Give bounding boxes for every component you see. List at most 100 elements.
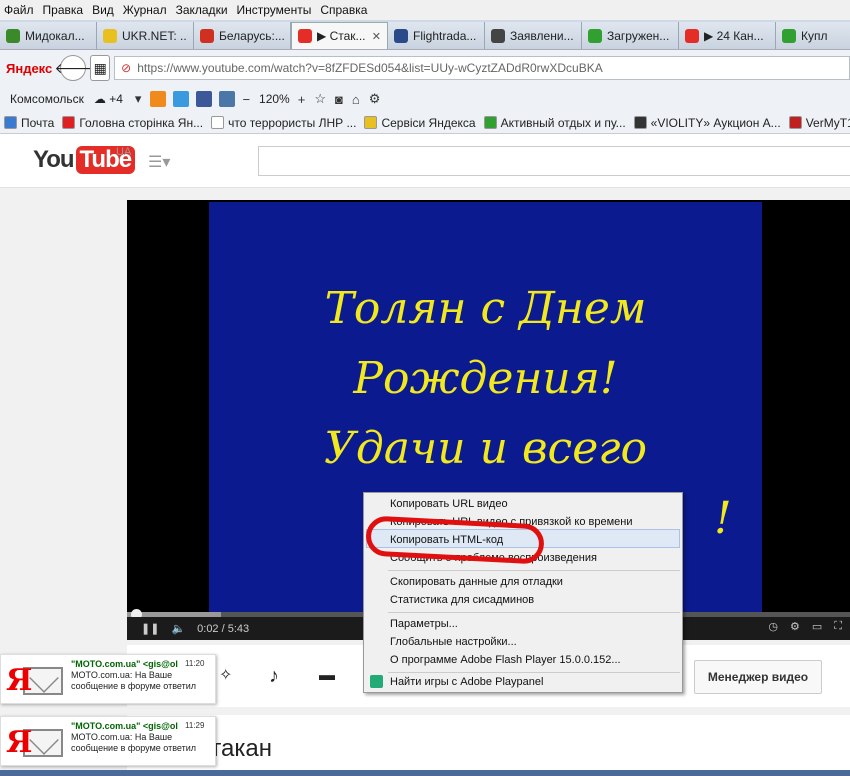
browser-tab[interactable]: Flightrada... xyxy=(388,22,485,49)
menu-about-flash[interactable]: О программе Adobe Flash Player 15.0.0.15… xyxy=(390,651,621,669)
tab-favicon-icon xyxy=(685,28,699,43)
back-button[interactable]: 🡐 xyxy=(54,55,92,81)
bookmark-item[interactable]: Активный отдых и пу... xyxy=(483,116,626,130)
menu-copy-url[interactable]: Копировать URL видео xyxy=(390,495,508,513)
browser-tab[interactable]: ▶ Стак... ✕ xyxy=(291,22,388,49)
notification-time: 11:29 xyxy=(185,721,205,730)
browser-tab[interactable]: Беларусь:... xyxy=(194,22,291,49)
watch-later-icon[interactable]: ◷ xyxy=(768,620,778,633)
back-arrow-icon: 🡐 xyxy=(54,59,93,76)
odnoklassniki-icon[interactable] xyxy=(150,91,167,107)
guide-menu-icon[interactable]: ☰▾ xyxy=(148,152,170,172)
zoom-in-icon[interactable]: + xyxy=(298,92,306,107)
notification-message: MOTO.com.ua: На Ваше сообщение в форуме … xyxy=(71,670,196,691)
tab-title: Купл xyxy=(801,28,828,43)
settings-icon[interactable]: ⚙ xyxy=(790,620,800,633)
bookmark-item[interactable]: Сервіси Яндекса xyxy=(364,116,476,130)
menu-view[interactable]: Вид xyxy=(92,3,114,17)
tab-title: UKR.NET: ... xyxy=(122,28,187,43)
mail-notification[interactable]: Я "MOTO.com.ua" <gis@ol 11:29 MOTO.com.u… xyxy=(0,716,216,766)
browser-tab[interactable]: Заявлени... xyxy=(485,22,582,49)
tab-bar: Мидокал... UKR.NET: ... Беларусь:... ▶ Стак… xyxy=(0,20,850,50)
greeting-line-1: Толян с Днем xyxy=(324,283,647,334)
bookmark-item[interactable]: «VIOLITY» Аукцион А... xyxy=(633,116,781,130)
screenshot-icon[interactable]: ◙ xyxy=(335,92,343,107)
magic-wand-icon[interactable]: ✧ xyxy=(219,665,232,685)
browser-logo[interactable]: Яндекс xyxy=(6,61,52,76)
bookmark-favicon-icon xyxy=(211,116,225,129)
browser-tab[interactable]: UKR.NET: ... xyxy=(97,22,194,49)
bookmark-item[interactable]: Почта xyxy=(4,116,54,130)
zoom-level: 120% xyxy=(259,92,290,106)
zoom-out-icon[interactable]: − xyxy=(242,92,250,107)
twitter-icon[interactable] xyxy=(173,91,190,107)
menu-tools[interactable]: Инструменты xyxy=(237,3,312,17)
pause-icon[interactable]: ❚❚ xyxy=(141,622,159,635)
bookmark-favicon-icon xyxy=(788,116,802,129)
logo-you: You xyxy=(33,146,75,173)
url-text: https://www.youtube.com/watch?v=8fZFDESd… xyxy=(137,61,603,75)
video-info-card: Стакан xyxy=(127,715,850,776)
region-label: UA xyxy=(116,146,132,158)
bookmark-favicon-icon xyxy=(4,116,17,129)
site-security-icon[interactable]: ⊘ xyxy=(121,61,131,75)
music-note-icon[interactable]: ♪ xyxy=(269,665,279,688)
tab-favicon-icon xyxy=(298,29,312,43)
notification-sender: "MOTO.com.ua" <gis@ol xyxy=(71,721,178,731)
annotation-icon[interactable]: ▬ xyxy=(319,667,335,685)
weather-widget[interactable]: ☁ +4 xyxy=(94,92,123,106)
yandex-mail-icon: Я xyxy=(3,659,63,701)
tab-title: Мидокал... xyxy=(25,28,85,43)
mail-notification[interactable]: Я "MOTO.com.ua" <gis@ol 11:20 MOTO.com.u… xyxy=(0,654,216,704)
star-icon[interactable]: ☆ xyxy=(314,91,326,107)
menu-file[interactable]: Файл xyxy=(4,3,34,17)
notification-sender: "MOTO.com.ua" <gis@ol xyxy=(71,659,178,669)
theater-mode-icon[interactable]: ▭ xyxy=(812,620,822,633)
menu-edit[interactable]: Правка xyxy=(43,3,84,17)
vk-icon[interactable] xyxy=(219,91,236,107)
tab-grid-button[interactable]: ▦ xyxy=(90,55,111,81)
menu-history[interactable]: Журнал xyxy=(123,3,167,17)
taskbar xyxy=(0,770,850,776)
bookmark-label: Головна сторінка Ян... xyxy=(79,115,204,130)
tab-favicon-icon xyxy=(588,28,602,43)
bookmark-item[interactable]: что террористы ЛНР ... xyxy=(211,116,356,130)
tab-favicon-icon xyxy=(6,28,20,43)
menu-global-settings[interactable]: Глобальные настройки... xyxy=(390,633,517,651)
tab-title: Flightrada... xyxy=(413,28,477,43)
browser-tab[interactable]: Мидокал... xyxy=(0,22,97,49)
notification-time: 11:20 xyxy=(185,659,205,668)
bookmark-item[interactable]: VerMyT1000 - Y xyxy=(788,115,850,130)
facebook-icon[interactable] xyxy=(196,91,213,107)
menu-copy-debug[interactable]: Скопировать данные для отладки xyxy=(390,573,563,591)
menu-playpanel[interactable]: Найти игры с Adobe Playpanel xyxy=(390,673,543,691)
fullscreen-icon[interactable]: ⛶ xyxy=(834,620,842,633)
menu-help[interactable]: Справка xyxy=(320,3,367,17)
bookmark-favicon-icon xyxy=(633,116,647,129)
dropdown-arrow-icon[interactable]: ▾ xyxy=(135,91,142,107)
menu-stats[interactable]: Статистика для сисадминов xyxy=(390,591,534,609)
volume-icon[interactable]: 🔈 xyxy=(171,622,185,635)
browser-tab[interactable]: Загружен... xyxy=(582,22,679,49)
bookmark-label: что террористы ЛНР ... xyxy=(228,115,357,130)
tab-favicon-icon xyxy=(200,28,214,43)
address-bar[interactable]: ⊘ https://www.youtube.com/watch?v=8fZFDE… xyxy=(114,56,850,80)
greeting-line-3: Удачи и всего xyxy=(324,423,647,474)
youtube-logo[interactable]: You Tube UA xyxy=(33,146,136,174)
bookmark-label: VerMyT1000 - Y xyxy=(805,115,850,130)
menu-settings[interactable]: Параметры... xyxy=(390,615,458,633)
close-tab-icon[interactable]: ✕ xyxy=(372,30,381,43)
browser-tab[interactable]: ▶ 24 Кан... xyxy=(679,22,776,49)
tab-title: Беларусь:... xyxy=(219,28,284,43)
city-label[interactable]: Комсомольск xyxy=(10,92,84,106)
tab-favicon-icon xyxy=(491,28,505,43)
video-manager-button[interactable]: Менеджер видео xyxy=(694,660,822,694)
menu-bookmarks[interactable]: Закладки xyxy=(176,3,228,17)
search-input[interactable] xyxy=(258,146,850,176)
home-icon[interactable]: ⌂ xyxy=(352,92,360,107)
browser-tab[interactable]: Купл xyxy=(776,22,850,49)
bookmark-item[interactable]: Головна сторінка Ян... xyxy=(62,116,203,130)
tab-title: ▶ Стак... xyxy=(317,29,366,43)
navigation-bar: Яндекс 🡐 ▦ ⊘ https://www.youtube.com/wat… xyxy=(0,50,850,86)
gear-icon[interactable]: ⚙ xyxy=(369,91,381,107)
